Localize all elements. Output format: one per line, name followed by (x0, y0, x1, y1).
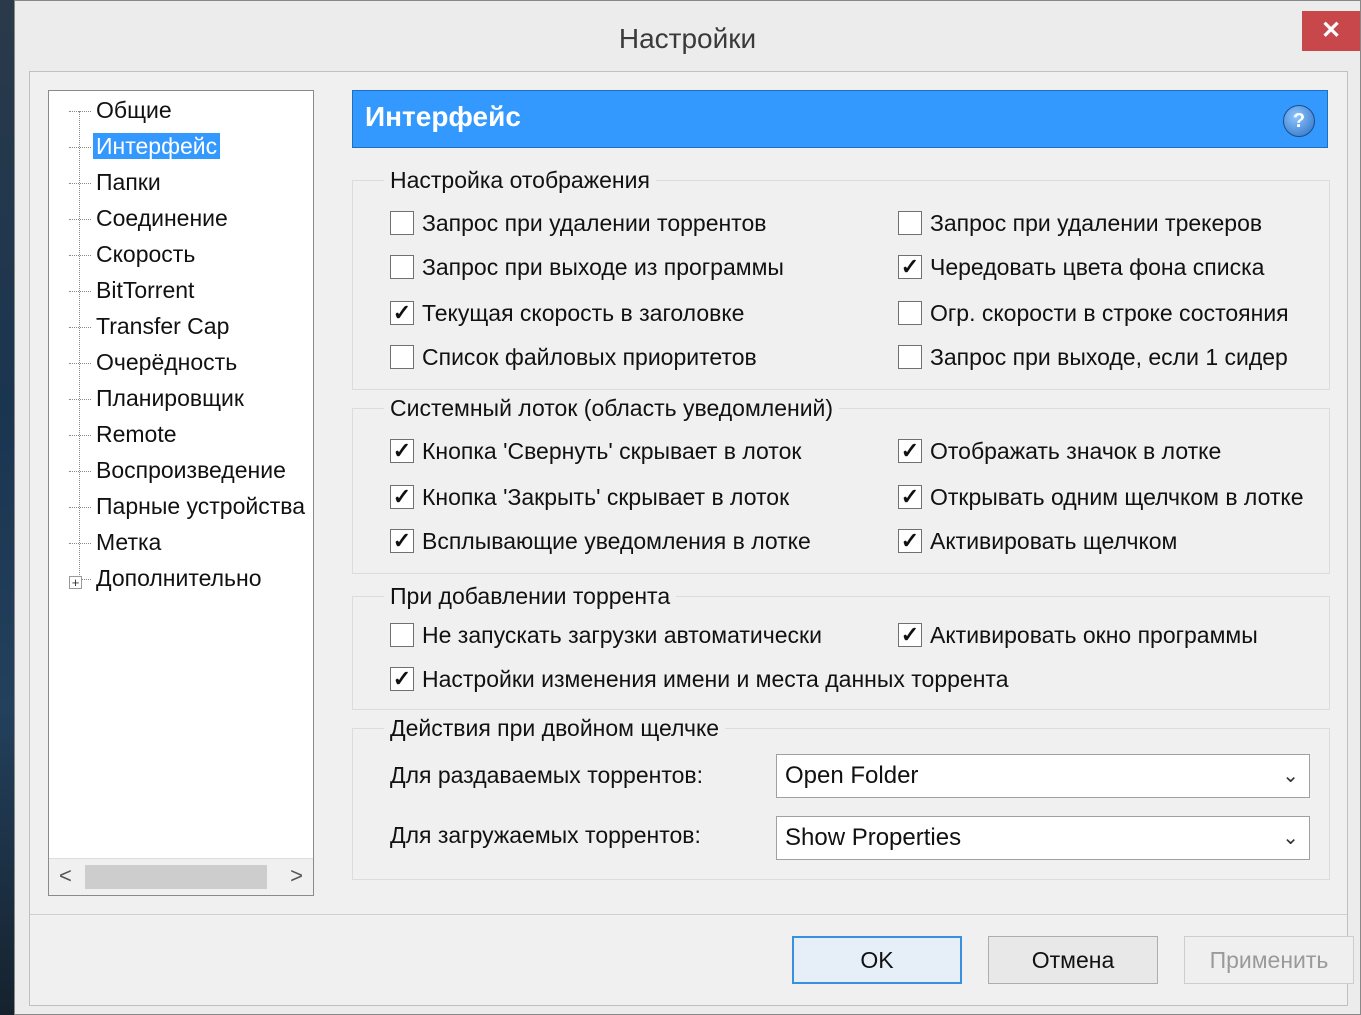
tree-item-playback[interactable]: Воспроизведение (69, 453, 289, 487)
downloading-action-select[interactable]: Show Properties ⌄ (776, 816, 1310, 860)
checkmark-icon[interactable]: ✓ (390, 485, 414, 509)
checkmark-icon[interactable]: ✓ (390, 439, 414, 463)
double-click-title: Действия при двойном щелчке (384, 715, 726, 742)
tree-item-general[interactable]: Общие (69, 93, 175, 127)
tree-item-remote[interactable]: Remote (69, 417, 180, 451)
downloading-action-label: Для загружаемых торрентов: (390, 822, 701, 848)
tree-item-label[interactable]: Метка (69, 525, 164, 559)
chevron-down-icon[interactable]: ⌄ (1282, 817, 1299, 859)
chevron-down-icon[interactable]: ⌄ (1282, 755, 1299, 797)
checkmark-icon[interactable]: ✓ (898, 529, 922, 553)
checkmark-icon[interactable]: ✓ (390, 667, 414, 691)
tree-item-speed[interactable]: Скорость (69, 237, 198, 271)
checkbox-box[interactable] (390, 623, 414, 647)
checkmark-icon[interactable]: ✓ (390, 529, 414, 553)
checkmark-icon[interactable]: ✓ (898, 439, 922, 463)
title-bar[interactable]: Настройки ✕ (15, 1, 1360, 71)
ok-button[interactable]: OK (792, 936, 962, 984)
adding-torrent-title: При добавлении торрента (384, 583, 677, 610)
cancel-button[interactable]: Отмена (988, 936, 1158, 984)
system-tray-title: Системный лоток (область уведомлений) (384, 395, 840, 422)
tree-item-queueing[interactable]: Очерёдность (69, 345, 240, 379)
tree-horizontal-scrollbar[interactable]: < > (49, 858, 313, 895)
dialog-client-area: Общие Интерфейс Папки Соединение Скорост… (29, 71, 1354, 1006)
tree-item-folders[interactable]: Папки (69, 165, 164, 199)
checkmark-icon[interactable]: ✓ (898, 255, 922, 279)
category-tree[interactable]: Общие Интерфейс Папки Соединение Скорост… (48, 90, 314, 896)
tree-item-paired-devices[interactable]: Парные устройства (69, 489, 308, 523)
display-settings-title: Настройка отображения (384, 167, 656, 194)
page-header: Интерфейс ? (352, 90, 1328, 148)
apply-button[interactable]: Применить (1184, 936, 1354, 984)
checkmark-icon[interactable]: ✓ (898, 485, 922, 509)
downloading-action-value: Show Properties (785, 824, 962, 851)
checkbox-box[interactable] (898, 301, 922, 325)
footer-divider (30, 914, 1347, 915)
tree-item-scheduler[interactable]: Планировщик (69, 381, 247, 415)
scrollbar-thumb[interactable] (85, 865, 267, 889)
close-button[interactable]: ✕ (1302, 11, 1360, 51)
scroll-left-icon[interactable]: < (59, 863, 72, 889)
checkmark-icon[interactable]: ✓ (390, 301, 414, 325)
tree-item-bittorrent[interactable]: BitTorrent (69, 273, 197, 307)
checkbox-box[interactable] (390, 345, 414, 369)
settings-dialog: Настройки ✕ Общие Интерфейс Папки Соедин… (14, 0, 1361, 1015)
checkbox-box[interactable] (898, 345, 922, 369)
page-title: Интерфейс (365, 101, 521, 132)
seeding-action-select[interactable]: Open Folder ⌄ (776, 754, 1310, 798)
window-title: Настройки (618, 23, 757, 54)
tree-item-interface[interactable]: Интерфейс (69, 129, 221, 163)
seeding-action-label: Для раздаваемых торрентов: (390, 762, 704, 788)
checkbox-box[interactable] (390, 211, 414, 235)
seeding-action-value: Open Folder (785, 762, 919, 789)
tree-item-advanced[interactable]: Дополнительно (69, 561, 265, 595)
tree-item-connection[interactable]: Соединение (69, 201, 231, 235)
help-icon[interactable]: ? (1283, 105, 1315, 137)
checkbox-box[interactable] (898, 211, 922, 235)
checkmark-icon[interactable]: ✓ (898, 623, 922, 647)
checkbox-box[interactable] (390, 255, 414, 279)
tree-item-transfer-cap[interactable]: Transfer Cap (69, 309, 232, 343)
scroll-right-icon[interactable]: > (290, 863, 303, 889)
expand-plus-icon[interactable]: + (69, 576, 82, 589)
